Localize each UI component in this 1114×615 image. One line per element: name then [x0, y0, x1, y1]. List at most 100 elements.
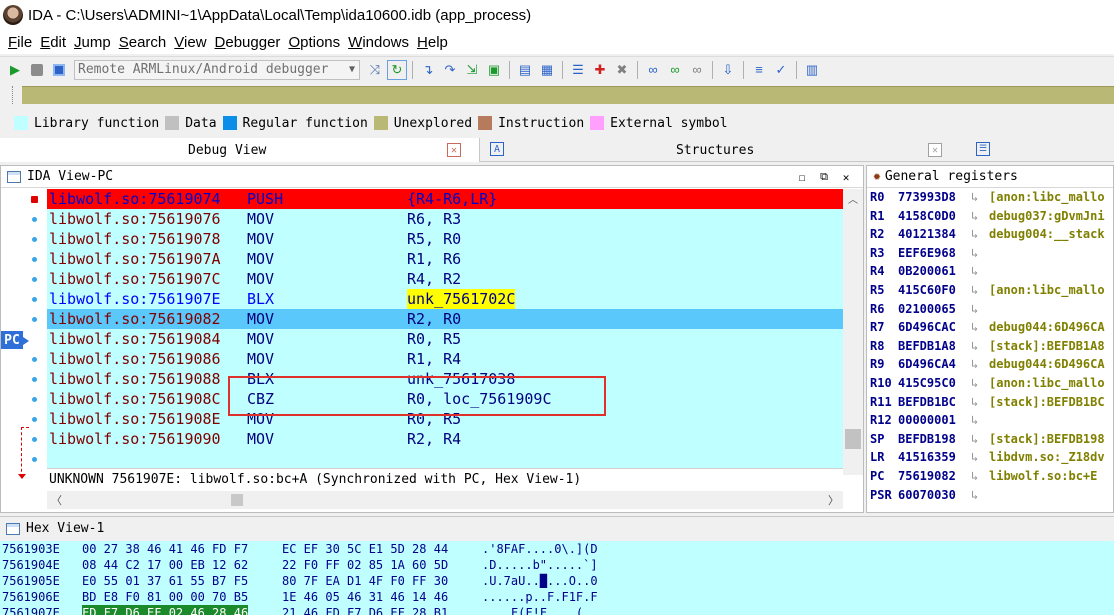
- register-row[interactable]: SP BEFDB198 ↳ [stack]:BEFDB198: [867, 430, 1113, 449]
- jump-to-icon[interactable]: ↳: [971, 486, 978, 505]
- disasm-row[interactable]: libwolf.so:75619074 PUSH {R4-R6,LR}: [47, 189, 843, 209]
- register-row[interactable]: R4 0B200061 ↳: [867, 262, 1113, 281]
- register-value[interactable]: BEFDB198: [898, 430, 956, 449]
- register-row[interactable]: R6 02100065 ↳: [867, 300, 1113, 319]
- register-value[interactable]: 415C95C0: [898, 374, 956, 393]
- hex-row[interactable]: 7561904E 08 44 C2 17 00 EB 12 62 22 F0 FF …: [0, 557, 1114, 573]
- scroll-right-icon[interactable]: 〉: [828, 492, 839, 508]
- disasm-row-cursor[interactable]: libwolf.so:7561907E BLX unk_7561702C: [47, 289, 843, 309]
- menu-options[interactable]: Options: [284, 34, 344, 51]
- disasm-row[interactable]: libwolf.so:7561907A MOV R1, R6: [47, 249, 843, 269]
- instruction-dot[interactable]: [32, 297, 37, 302]
- step-until-return-icon[interactable]: ▣: [484, 60, 504, 80]
- debugger-select[interactable]: Remote ARMLinux/Android debugger ▼: [74, 59, 360, 80]
- jump-to-icon[interactable]: ↳: [971, 411, 978, 430]
- maximize-icon[interactable]: ☐: [795, 170, 809, 184]
- jump-to-icon[interactable]: ↳: [971, 318, 978, 337]
- pause-process-icon[interactable]: [27, 60, 47, 80]
- stack-trace-icon[interactable]: ▤: [515, 60, 535, 80]
- menu-file[interactable]: File: [4, 34, 36, 51]
- watch-view-icon[interactable]: ∞: [643, 60, 663, 80]
- disasm-row[interactable]: libwolf.so:7561908C CBZ R0, loc_7561909C: [47, 389, 843, 409]
- step-over-icon[interactable]: ↷: [440, 60, 460, 80]
- instruction-dot[interactable]: [32, 397, 37, 402]
- menu-jump[interactable]: Jump: [70, 34, 115, 51]
- menu-debugger[interactable]: Debugger: [211, 34, 285, 51]
- menu-windows[interactable]: Windows: [344, 34, 413, 51]
- disasm-row[interactable]: libwolf.so:75619090 MOV R2, R4: [47, 429, 843, 449]
- instruction-dot[interactable]: [32, 277, 37, 282]
- delete-watch-icon[interactable]: ∞: [687, 60, 707, 80]
- close-icon[interactable]: ✕: [447, 143, 461, 157]
- jump-to-icon[interactable]: ↳: [971, 337, 978, 356]
- jump-to-icon[interactable]: ↳: [971, 207, 978, 226]
- scroll-left-icon[interactable]: 〈: [51, 492, 62, 508]
- register-value[interactable]: EEF6E968: [898, 244, 956, 263]
- scrollbar-thumb[interactable]: [231, 494, 243, 506]
- instruction-dot[interactable]: [32, 237, 37, 242]
- breakpoint-icon[interactable]: [31, 196, 38, 203]
- instruction-dot[interactable]: [32, 377, 37, 382]
- register-value[interactable]: 4158C0D0: [898, 207, 956, 226]
- register-value[interactable]: BEFDB1A8: [898, 337, 956, 356]
- register-row[interactable]: R8 BEFDB1A8 ↳ [stack]:BEFDB1A8: [867, 337, 1113, 356]
- register-value[interactable]: 60070030: [898, 486, 956, 505]
- register-row[interactable]: R5 415C60F0 ↳ [anon:libc_mallo: [867, 281, 1113, 300]
- disasm-row-current-pc[interactable]: libwolf.so:75619082 MOV R2, R0: [47, 309, 843, 329]
- register-value[interactable]: 6D496CA4: [898, 355, 956, 374]
- tab-extra[interactable]: ☰: [968, 138, 1008, 162]
- instruction-dot[interactable]: [32, 417, 37, 422]
- register-row[interactable]: R12 00000001 ↳: [867, 411, 1113, 430]
- jump-to-icon[interactable]: ↳: [971, 355, 978, 374]
- register-row[interactable]: R3 EEF6E968 ↳: [867, 244, 1113, 263]
- jump-to-icon[interactable]: ↳: [971, 430, 978, 449]
- jump-to-icon[interactable]: ↳: [971, 393, 978, 412]
- hex-row[interactable]: 7561903E 00 27 38 46 41 46 FD F7 EC EF 30 …: [0, 541, 1114, 557]
- instruction-dot[interactable]: [32, 457, 37, 462]
- breakpoint-gutter[interactable]: PC: [1, 189, 47, 479]
- instruction-dot[interactable]: [32, 357, 37, 362]
- step-into-icon[interactable]: ↴: [418, 60, 438, 80]
- detach-icon[interactable]: ↻: [387, 59, 407, 80]
- menu-help[interactable]: Help: [413, 34, 452, 51]
- disasm-row[interactable]: libwolf.so:75619086 MOV R1, R4: [47, 349, 843, 369]
- restore-icon[interactable]: ⧉: [817, 170, 831, 184]
- register-row[interactable]: R0 773993D8 ↳ [anon:libc_mallo: [867, 188, 1113, 207]
- disasm-row[interactable]: libwolf.so:75619084 MOV R0, R5: [47, 329, 843, 349]
- register-value[interactable]: 41516359: [898, 448, 956, 467]
- close-icon[interactable]: ✕: [928, 143, 942, 157]
- register-row[interactable]: PC 75619082 ↳ libwolf.so:bc+E: [867, 467, 1113, 486]
- tab-debug-view[interactable]: Debug View ✕: [0, 138, 480, 162]
- disasm-row[interactable]: libwolf.so:7561908E MOV R0, R5: [47, 409, 843, 429]
- menu-edit[interactable]: Edit: [36, 34, 70, 51]
- hex-view[interactable]: 7561903E 00 27 38 46 41 46 FD F7 EC EF 30 …: [0, 541, 1114, 615]
- menu-search[interactable]: Search: [115, 34, 171, 51]
- register-row[interactable]: R11 BEFDB1BC ↳ [stack]:BEFDB1BC: [867, 393, 1113, 412]
- stop-process-icon[interactable]: [49, 60, 69, 80]
- close-icon[interactable]: ✕: [839, 170, 853, 184]
- instruction-dot[interactable]: [32, 437, 37, 442]
- function-trace-icon[interactable]: ✓: [771, 60, 791, 80]
- instruction-trace-icon[interactable]: ≡: [749, 60, 769, 80]
- jump-to-icon[interactable]: ↳: [971, 225, 978, 244]
- add-breakpoint-icon[interactable]: ✚: [590, 60, 610, 80]
- navigation-band[interactable]: [22, 86, 1114, 104]
- jump-to-icon[interactable]: ↳: [971, 188, 978, 207]
- register-row[interactable]: PSR 60070030 ↳: [867, 486, 1113, 505]
- register-value[interactable]: 6D496CAC: [898, 318, 956, 337]
- start-process-icon[interactable]: ▶: [5, 60, 25, 80]
- hex-row[interactable]: 7561906E BD E8 F0 81 00 00 70 B5 1E 46 05 …: [0, 589, 1114, 605]
- hex-row[interactable]: 7561905E E0 55 01 37 61 55 B7 F5 80 7F EA …: [0, 573, 1114, 589]
- register-row[interactable]: R2 40121384 ↳ debug004:__stack: [867, 225, 1113, 244]
- highlighted-operand[interactable]: unk_7561702C: [407, 289, 516, 309]
- jump-to-icon[interactable]: ↳: [971, 244, 978, 263]
- register-value[interactable]: 02100065: [898, 300, 956, 319]
- register-row[interactable]: LR 41516359 ↳ libdvm.so:_Z18dv: [867, 448, 1113, 467]
- toolbar-grip[interactable]: [12, 86, 15, 104]
- disasm-row[interactable]: libwolf.so:7561907C MOV R4, R2: [47, 269, 843, 289]
- vertical-scrollbar[interactable]: ︿: [843, 189, 863, 475]
- tab-structures[interactable]: A Structures ✕: [490, 138, 958, 162]
- jump-to-icon[interactable]: ↳: [971, 374, 978, 393]
- disassembly-listing[interactable]: libwolf.so:75619074 PUSH {R4-R6,LR} libwol…: [47, 189, 843, 475]
- delete-breakpoint-icon[interactable]: ✖: [612, 60, 632, 80]
